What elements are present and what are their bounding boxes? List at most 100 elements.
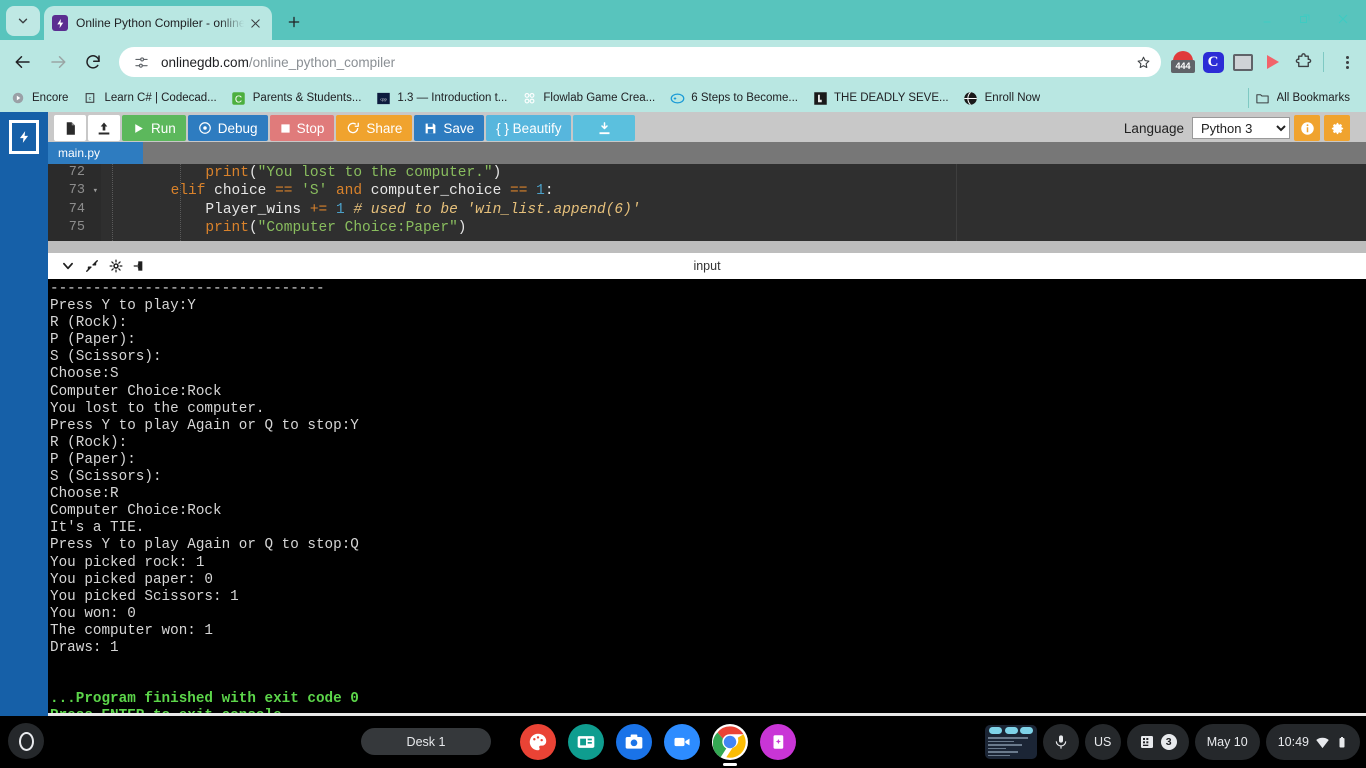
date-button[interactable]: May 10 [1194, 724, 1260, 760]
zoom-app-icon[interactable] [664, 724, 700, 760]
close-window-button[interactable] [1324, 4, 1362, 34]
ide-toolbar: Run Debug Stop Share Save { } Beautify L… [48, 112, 1366, 142]
all-bookmarks-button[interactable]: All Bookmarks [1255, 90, 1351, 106]
bookmark-star-icon[interactable] [1131, 50, 1155, 74]
beautify-button[interactable]: { } Beautify [486, 115, 572, 141]
tab-strip: Online Python Compiler - online [0, 0, 1366, 40]
keyboard-layout-label: US [1094, 735, 1112, 749]
arrow-right-icon [51, 56, 66, 68]
svg-text:C: C [235, 94, 242, 105]
console-line: Computer Choice:Rock [50, 383, 222, 400]
slides-app-icon[interactable] [568, 724, 604, 760]
close-icon[interactable] [246, 14, 264, 32]
launcher-button[interactable] [8, 723, 44, 759]
console-line: R (Rock): [50, 315, 128, 332]
console-line: It's a TIE. [50, 520, 145, 537]
bookmark-codecademy[interactable]: c Learn C# | Codecad... [82, 90, 217, 106]
bookmark-label: Enroll Now [984, 92, 1041, 104]
share-button[interactable]: Share [336, 115, 413, 141]
code-token: : [544, 183, 554, 200]
chrome-app-icon[interactable] [712, 724, 748, 766]
upload-file-button[interactable] [88, 115, 120, 141]
console-line: P (Paper): [50, 332, 136, 349]
chrome-menu-button[interactable] [1336, 55, 1358, 69]
bookmark-deadly-seven[interactable]: THE DEADLY SEVE... [812, 90, 949, 106]
back-button[interactable] [8, 47, 38, 77]
gear-icon[interactable] [104, 255, 128, 277]
settings-button[interactable] [1324, 115, 1350, 141]
share-label: Share [366, 120, 403, 136]
bookmark-encore[interactable]: Encore [10, 90, 68, 106]
run-label: Run [151, 120, 176, 136]
bookmark-6-steps[interactable]: 6 Steps to Become... [669, 90, 798, 106]
forward-button[interactable] [43, 47, 73, 77]
code-area[interactable]: print("You lost to the computer.") elif … [101, 164, 1366, 241]
language-select[interactable]: Python 3 [1192, 117, 1290, 139]
save-button[interactable]: Save [414, 115, 485, 141]
stop-button[interactable]: Stop [269, 115, 335, 141]
chevron-down-icon[interactable] [56, 255, 80, 277]
cards-app-icon[interactable] [760, 724, 796, 760]
launcher-icon [18, 731, 34, 751]
console-output[interactable]: -------------------------------- Press Y … [48, 279, 1366, 724]
reload-button[interactable] [78, 47, 108, 77]
console-line: The computer won: 1 [50, 622, 214, 639]
red-arrow-extension-icon[interactable] [1259, 48, 1287, 76]
browser-tab[interactable]: Online Python Compiler - online [44, 6, 272, 40]
console-line: You won: 0 [50, 605, 136, 622]
window-count-badge: 3 [1160, 734, 1177, 750]
puzzle-extensions-icon[interactable] [1289, 48, 1317, 76]
debug-button[interactable]: Debug [187, 115, 268, 141]
new-tab-button[interactable] [280, 8, 308, 36]
console-line: You picked paper: 0 [50, 571, 214, 588]
window-count-button[interactable]: 3 [1126, 724, 1189, 760]
print-extension-icon[interactable] [1229, 48, 1257, 76]
bookmark-clever[interactable]: C Parents & Students... [231, 90, 361, 106]
desk-switcher[interactable]: Desk 1 [361, 728, 491, 755]
code-editor[interactable]: 72 73 ▾ 74 75 print("You lost to the compute… [48, 164, 1366, 241]
code-lines: print("You lost to the computer.") elif … [101, 164, 1366, 238]
collapse-arrows-icon[interactable] [80, 255, 104, 277]
site-settings-icon[interactable] [131, 52, 151, 72]
keyboard-layout-button[interactable]: US [1084, 724, 1121, 760]
screen-preview-thumbnail[interactable] [984, 725, 1037, 759]
line-number: 73 ▾ [48, 182, 101, 200]
minimize-button[interactable] [1248, 4, 1286, 34]
bookmark-introduction[interactable]: cpp 1.3 — Introduction t... [375, 90, 507, 106]
console-line: Choose:R [50, 486, 119, 503]
run-button[interactable]: Run [122, 115, 186, 141]
dark-doc-icon [812, 90, 828, 106]
house-badge-extension-icon[interactable]: 444 [1169, 48, 1197, 76]
code-token: print [205, 165, 249, 181]
clear-console-icon[interactable] [128, 255, 152, 277]
onlinegdb-logo-icon[interactable] [9, 120, 39, 154]
line-number: 72 [68, 165, 85, 180]
fold-arrow-icon[interactable]: ▾ [93, 182, 98, 200]
tab-search-button[interactable] [6, 6, 40, 36]
code-line: print("Computer Choice:Paper") [101, 219, 1366, 237]
system-tray-button[interactable]: 10:49 [1265, 724, 1360, 760]
console-line: S (Scissors): [50, 469, 162, 486]
maximize-button[interactable] [1286, 4, 1324, 34]
info-button[interactable] [1294, 115, 1320, 141]
desk-label: Desk 1 [406, 734, 446, 749]
bookmark-flowlab[interactable]: Flowlab Game Crea... [521, 90, 655, 106]
all-bookmarks-label: All Bookmarks [1276, 92, 1351, 104]
shelf-apps [520, 724, 796, 766]
bookmark-enroll-now[interactable]: Enroll Now [963, 90, 1041, 106]
paint-app-icon[interactable] [520, 724, 556, 760]
line-number: 75 [68, 220, 85, 236]
svg-text:cpp: cpp [380, 96, 387, 101]
download-button[interactable] [573, 115, 636, 141]
address-bar[interactable]: onlinegdb.com/online_python_compiler [119, 47, 1161, 77]
microphone-button[interactable] [1042, 724, 1079, 760]
code-token: ) [492, 165, 502, 181]
new-file-button[interactable] [54, 115, 86, 141]
file-tab-mainpy[interactable]: main.py [48, 142, 143, 164]
camera-app-icon[interactable] [616, 724, 652, 760]
c-extension-icon[interactable]: C [1199, 48, 1227, 76]
flowlab-icon [521, 90, 537, 106]
